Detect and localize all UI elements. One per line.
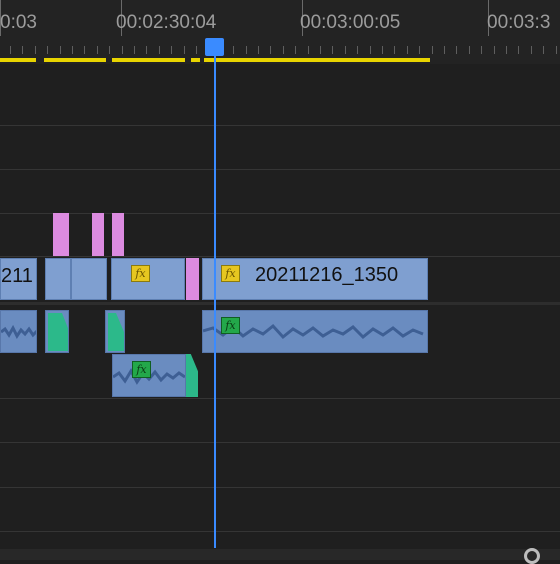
track-divider: [0, 125, 560, 126]
zoom-handle-icon[interactable]: [524, 548, 540, 564]
ruler-minor-tick: [320, 46, 321, 54]
track-divider: [0, 531, 560, 532]
ruler-minor-tick: [47, 46, 48, 54]
ruler-minor-tick: [469, 46, 470, 54]
audio-clip[interactable]: [105, 310, 125, 353]
transition-marker[interactable]: [53, 213, 69, 256]
transition-marker[interactable]: [112, 213, 124, 256]
track-divider: [0, 256, 560, 257]
ruler-minor-tick: [556, 46, 557, 54]
audio-effect-badge-icon[interactable]: fx: [221, 317, 240, 334]
ruler-minor-tick: [184, 46, 185, 54]
effect-badge-icon[interactable]: fx: [131, 265, 150, 282]
video-clip[interactable]: [45, 258, 71, 300]
ruler-minor-ticks: [0, 46, 560, 56]
ruler-minor-tick: [506, 46, 507, 54]
track-divider: [0, 213, 560, 214]
effect-badge-icon[interactable]: fx: [221, 265, 240, 282]
transition-marker[interactable]: [186, 258, 199, 300]
video-clip[interactable]: [71, 258, 107, 300]
ruler-minor-tick: [382, 46, 383, 54]
ruler-minor-tick: [84, 46, 85, 54]
ruler-minor-tick: [270, 46, 271, 54]
ruler-minor-tick: [97, 46, 98, 54]
ruler-minor-tick: [134, 46, 135, 54]
work-area-segment: [44, 58, 106, 62]
track-divider: [0, 398, 560, 399]
ruler-minor-tick: [456, 46, 457, 54]
ruler-minor-tick: [432, 46, 433, 54]
ruler-minor-tick: [60, 46, 61, 54]
audio-clip[interactable]: fx: [202, 310, 428, 353]
audio-clip[interactable]: [45, 310, 69, 353]
ruler-minor-tick: [531, 46, 532, 54]
audio-clip[interactable]: fx: [112, 354, 186, 397]
ruler-minor-tick: [543, 46, 544, 54]
track-divider: [0, 487, 560, 488]
ruler-minor-tick: [122, 46, 123, 54]
ruler-minor-tick: [518, 46, 519, 54]
video-clip[interactable]: 211: [0, 258, 37, 300]
ruler-minor-tick: [283, 46, 284, 54]
ruler-minor-tick: [171, 46, 172, 54]
ruler-minor-tick: [246, 46, 247, 54]
track-divider: [0, 442, 560, 443]
track-divider: [0, 302, 560, 305]
horizontal-scrollbar[interactable]: [0, 549, 560, 560]
ruler-minor-tick: [357, 46, 358, 54]
ruler-minor-tick: [10, 46, 11, 54]
work-area-segment: [0, 58, 36, 62]
audio-fade: [48, 313, 68, 351]
ruler-minor-tick: [444, 46, 445, 54]
time-ruler[interactable]: 0:03 00:02:30:04 00:03:00:05 00:03:3: [0, 0, 560, 64]
audio-effect-badge-icon[interactable]: fx: [132, 361, 151, 378]
ruler-timecode: 00:02:30:04: [116, 12, 217, 33]
timeline-panel: 0:03 00:02:30:04 00:03:00:05 00:03:3 211…: [0, 0, 560, 564]
clip-name: 211: [1, 265, 33, 287]
ruler-minor-tick: [494, 46, 495, 54]
ruler-minor-tick: [72, 46, 73, 54]
clip-name: 20211216_1350: [255, 264, 399, 286]
work-area-segment: [191, 58, 200, 62]
ruler-minor-tick: [419, 46, 420, 54]
work-area-segment: [112, 58, 185, 62]
work-area-segment: [204, 58, 430, 62]
ruler-minor-tick: [407, 46, 408, 54]
playhead-handle[interactable]: [205, 38, 224, 56]
ruler-minor-tick: [332, 46, 333, 54]
audio-waveform: [1, 324, 36, 339]
ruler-minor-tick: [35, 46, 36, 54]
ruler-minor-tick: [394, 46, 395, 54]
playhead-line[interactable]: [214, 48, 216, 548]
ruler-timecode: 00:03:3: [487, 12, 551, 33]
ruler-minor-tick: [159, 46, 160, 54]
ruler-minor-tick: [295, 46, 296, 54]
audio-fade: [186, 354, 198, 397]
ruler-minor-tick: [22, 46, 23, 54]
video-clip[interactable]: fx 20211216_1350: [202, 258, 428, 300]
audio-fade: [108, 313, 124, 351]
ruler-minor-tick: [258, 46, 259, 54]
ruler-minor-tick: [146, 46, 147, 54]
ruler-timecode: 0:03: [0, 12, 37, 33]
video-clip[interactable]: fx: [111, 258, 185, 300]
ruler-minor-tick: [345, 46, 346, 54]
ruler-minor-tick: [233, 46, 234, 54]
ruler-minor-tick: [196, 46, 197, 54]
ruler-minor-tick: [308, 46, 309, 54]
track-divider: [0, 169, 560, 170]
ruler-minor-tick: [109, 46, 110, 54]
ruler-minor-tick: [370, 46, 371, 54]
ruler-timecode: 00:03:00:05: [300, 12, 401, 33]
transition-marker[interactable]: [92, 213, 104, 256]
ruler-minor-tick: [481, 46, 482, 54]
audio-clip[interactable]: [0, 310, 37, 353]
